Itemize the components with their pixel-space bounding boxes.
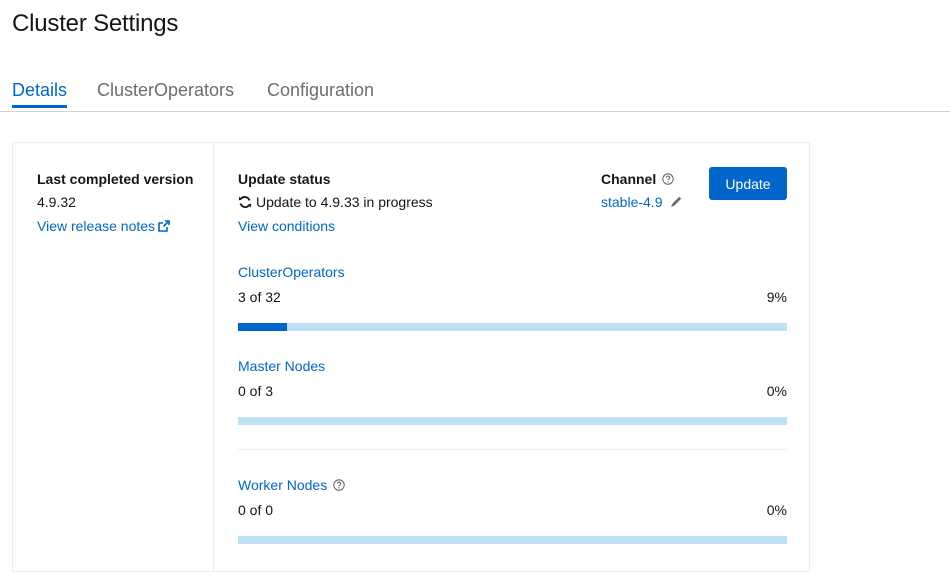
clusteroperators-progress-fill [238,323,288,331]
update-status-row: Update to 4.9.33 in progress [238,193,433,211]
clusteroperators-count: 3 of 32 [238,289,281,305]
sync-icon [238,196,252,208]
help-icon[interactable] [333,479,345,491]
help-icon[interactable] [662,173,674,185]
pencil-icon [671,196,682,207]
last-version-value: 4.9.32 [37,194,76,210]
update-status-text: Update to 4.9.33 in progress [256,194,433,210]
channel-label-row: Channel [601,170,674,188]
cluster-details-card: Last completed version 4.9.32 View relea… [12,142,810,572]
master-nodes-percent: 0% [766,383,787,399]
worker-nodes-link[interactable]: Worker Nodes [238,477,327,493]
tab-bar: Details ClusterOperators Configuration [0,77,950,112]
tab-details[interactable]: Details [12,79,68,108]
tab-clusteroperators[interactable]: ClusterOperators [97,79,234,108]
update-button[interactable]: Update [709,167,787,200]
channel-label: Channel [601,171,657,187]
tab-configuration[interactable]: Configuration [267,79,374,108]
version-panel: Last completed version 4.9.32 View relea… [13,143,214,571]
clusteroperators-link[interactable]: ClusterOperators [238,263,345,281]
worker-nodes-progress-bar [238,536,787,544]
master-nodes-progress-bar [238,417,787,425]
channel-edit-link[interactable]: stable-4.9 [601,193,683,211]
worker-nodes-label-row: Worker Nodes [238,476,345,495]
master-nodes-link[interactable]: Master Nodes [238,357,325,375]
update-status-label: Update status [238,171,331,187]
clusteroperators-progress-bar [238,323,787,331]
worker-nodes-percent: 0% [766,502,787,518]
page-title: Cluster Settings [12,10,179,37]
last-version-label: Last completed version [37,171,194,187]
channel-value: stable-4.9 [601,194,663,210]
master-nodes-count: 0 of 3 [238,383,274,399]
clusteroperators-percent: 9% [766,289,787,305]
release-notes-link[interactable]: View release notes [37,217,170,235]
release-notes-label: View release notes [37,218,156,234]
external-link-icon [158,220,170,232]
view-conditions-link[interactable]: View conditions [238,217,335,235]
section-divider [238,449,787,450]
worker-nodes-count: 0 of 0 [238,502,274,518]
